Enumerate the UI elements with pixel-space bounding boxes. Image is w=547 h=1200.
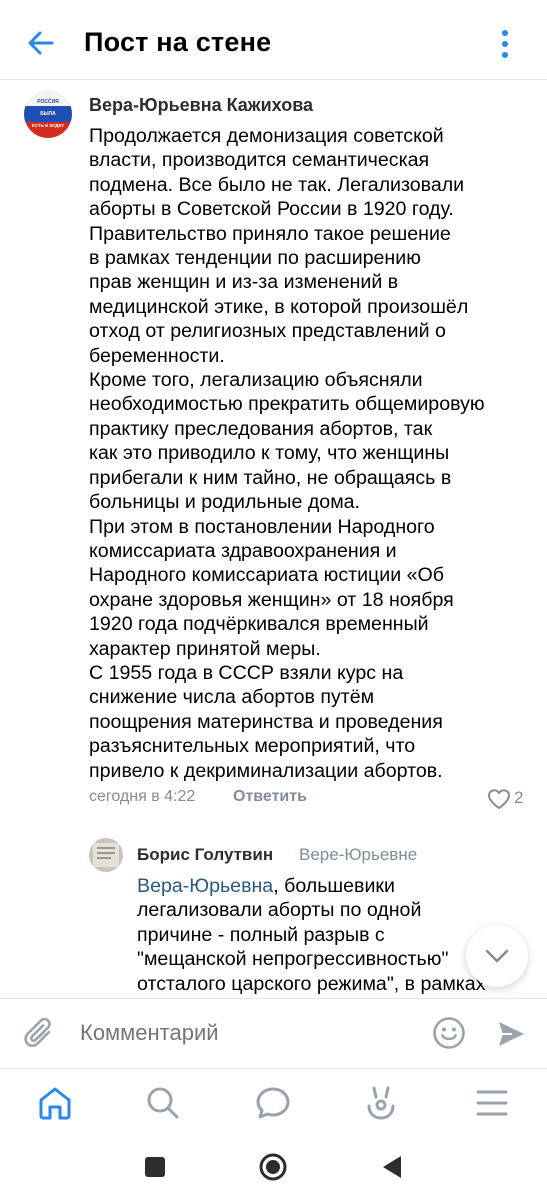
like-count: 2	[514, 788, 524, 807]
avatar-line-2: БЫЛА	[40, 111, 56, 117]
scroll-down-button[interactable]	[466, 925, 528, 987]
chevron-down-icon	[485, 949, 509, 963]
clips-icon[interactable]	[361, 1083, 401, 1123]
reply-author-name[interactable]: Борис Голутвин	[137, 845, 273, 865]
post-author-name[interactable]: Вера-Юрьевна Кажихова	[89, 95, 313, 116]
reply-to-label[interactable]: Вере-Юрьевне	[299, 845, 417, 865]
send-icon[interactable]	[496, 1019, 526, 1049]
system-navigation-bar	[0, 1134, 547, 1200]
mention-link[interactable]: Вера-Юрьевна	[137, 875, 273, 897]
messages-icon[interactable]	[253, 1083, 293, 1123]
post-body-text: Продолжается демонизация советской власт…	[89, 125, 485, 782]
page-title: Пост на стене	[84, 27, 272, 57]
avatar-line-3: ЕСТЬ И БУДЕТ	[32, 123, 65, 128]
home-icon[interactable]	[35, 1083, 75, 1123]
author-avatar[interactable]: РОССИЯ БЫЛА ЕСТЬ И БУДЕТ	[24, 90, 72, 138]
paperclip-icon[interactable]	[22, 1015, 56, 1051]
comment-input[interactable]	[80, 1020, 410, 1046]
arrow-left-icon[interactable]	[26, 28, 56, 58]
recents-icon[interactable]	[140, 1152, 170, 1182]
heart-icon[interactable]	[487, 788, 511, 810]
app-header: Пост на стене	[0, 0, 547, 80]
reply-button[interactable]: Ответить	[233, 788, 307, 806]
reply-author-avatar[interactable]	[89, 838, 123, 872]
bottom-navigation	[0, 1068, 547, 1134]
menu-icon[interactable]	[472, 1083, 512, 1123]
home-button-icon[interactable]	[258, 1152, 288, 1182]
more-vertical-icon[interactable]	[496, 28, 514, 60]
smile-icon[interactable]	[432, 1016, 466, 1050]
back-triangle-icon[interactable]	[377, 1152, 407, 1182]
avatar-line-1: РОССИЯ	[37, 99, 59, 105]
search-icon[interactable]	[143, 1083, 183, 1123]
comment-composer	[0, 998, 547, 1068]
reply-comment: Вера-Юрьевна, большевики легализовали аб…	[137, 874, 517, 998]
post-timestamp: сегодня в 4:22	[89, 788, 196, 805]
reply-comment-text: Вера-Юрьевна, большевики легализовали аб…	[137, 875, 486, 998]
